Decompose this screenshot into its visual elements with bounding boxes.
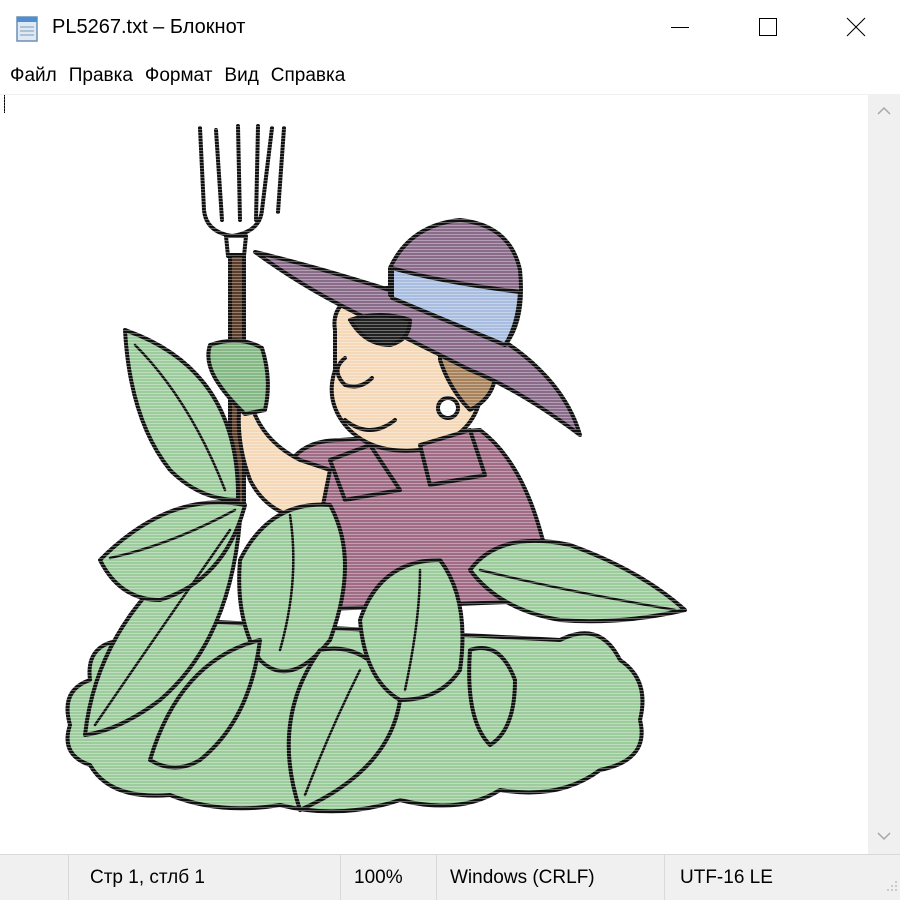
text-editor[interactable] — [0, 95, 868, 854]
menu-edit[interactable]: Правка — [63, 61, 139, 91]
menu-bar: Файл Правка Формат Вид Справка — [0, 58, 900, 94]
scroll-up-button[interactable] — [868, 95, 900, 129]
maximize-icon — [758, 17, 778, 42]
chevron-down-icon — [877, 828, 891, 846]
menu-file[interactable]: Файл — [4, 61, 63, 91]
window-title: PL5267.txt – Блокнот — [52, 16, 246, 38]
menu-view[interactable]: Вид — [218, 61, 264, 91]
status-divider — [340, 855, 341, 900]
status-divider — [68, 855, 69, 900]
chevron-up-icon — [877, 103, 891, 121]
menu-format[interactable]: Формат — [139, 61, 219, 91]
line-ending: Windows (CRLF) — [450, 867, 595, 888]
close-button[interactable] — [812, 0, 900, 58]
minimize-button[interactable] — [636, 0, 724, 58]
menu-help[interactable]: Справка — [265, 61, 352, 91]
status-divider — [664, 855, 665, 900]
encoding: UTF-16 LE — [680, 867, 773, 888]
minimize-icon — [670, 17, 690, 42]
status-divider — [436, 855, 437, 900]
title-bar: PL5267.txt – Блокнот — [0, 0, 900, 58]
zoom-level: 100% — [354, 867, 403, 888]
status-bar: Стр 1, стлб 1 100% Windows (CRLF) UTF-16… — [0, 854, 900, 900]
vertical-scrollbar[interactable] — [868, 95, 900, 854]
close-icon — [846, 17, 866, 42]
scroll-down-button[interactable] — [868, 820, 900, 854]
cursor-position: Стр 1, стлб 1 — [90, 867, 205, 888]
maximize-button[interactable] — [724, 0, 812, 58]
resize-grip-icon[interactable] — [884, 876, 898, 898]
ascii-art-gardener — [0, 95, 868, 854]
notepad-icon — [14, 13, 40, 48]
